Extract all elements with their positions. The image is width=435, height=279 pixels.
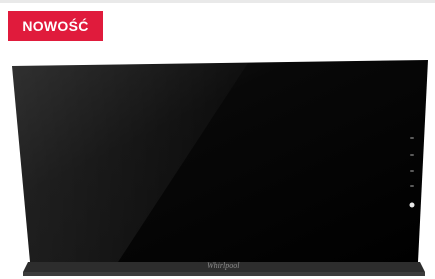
product-image[interactable]	[0, 0, 435, 279]
power-icon[interactable]	[409, 202, 415, 208]
hood-base-edge	[23, 272, 425, 276]
touch-control-icon[interactable]	[410, 170, 414, 172]
touch-control-icon[interactable]	[410, 137, 414, 139]
touch-control-icon[interactable]	[410, 154, 414, 156]
touch-control-icon[interactable]	[410, 185, 414, 187]
brand-logo: Whirlpool	[207, 261, 240, 270]
